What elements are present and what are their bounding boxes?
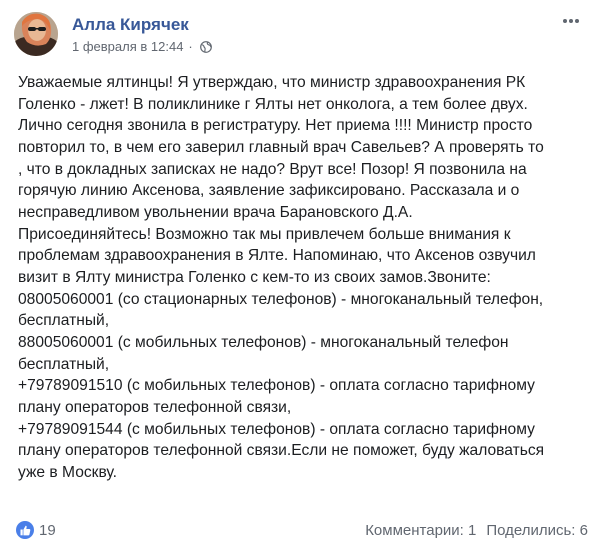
post-text-line: 88005060001 (с мобильных телефонов) - мн…: [18, 333, 509, 351]
post-meta: 1 февраля в 12:44 ·: [72, 39, 212, 54]
post-text-line: плану операторов телефонной связи.Если н…: [18, 442, 545, 460]
post-date[interactable]: 1 февраля в 12:44: [72, 39, 183, 54]
post-text-line: Голенко - лжет! В поликлинике г Ялты нет…: [18, 95, 528, 113]
post-text-line: +79789091510 (с мобильных телефонов) - о…: [18, 377, 535, 395]
more-dots-icon: [563, 19, 579, 23]
more-options-button[interactable]: [560, 12, 582, 30]
post-text-line: повторил то, в чем его заверил главный в…: [18, 138, 544, 156]
author-name[interactable]: Алла Кирячек: [72, 15, 189, 35]
like-reaction-icon[interactable]: [16, 521, 34, 539]
post-text-line: бесплатный,: [18, 312, 110, 330]
like-count[interactable]: 19: [39, 522, 56, 539]
post-text-line: несправедливом увольнении врача Барановс…: [18, 203, 413, 221]
comments-count[interactable]: Комментарии: 1: [365, 522, 476, 539]
shares-count[interactable]: Поделились: 6: [486, 522, 588, 539]
globe-icon[interactable]: [199, 40, 212, 53]
post-text-line: +79789091544 (с мобильных телефонов) - о…: [18, 420, 535, 438]
post-text-line: уже в Москву.: [18, 463, 117, 481]
post-text-line: горячую линию Аксенова, заявление зафикс…: [18, 182, 520, 200]
post-text-line: 08005060001 (со стационарных телефонов) …: [18, 290, 544, 308]
post-text-line: Присоединяйтесь! Возможно так мы привлеч…: [18, 225, 511, 243]
post-stats: Комментарии: 1 Поделились: 6: [365, 522, 588, 539]
post-header: Алла Кирячек 1 февраля в 12:44 ·: [14, 12, 586, 58]
author-avatar[interactable]: [14, 12, 58, 56]
post-text-line: плану операторов телефонной связи,: [18, 398, 292, 416]
post-text-line: бесплатный,: [18, 355, 110, 373]
post-text-line: , что в докладных записках не надо? Врут…: [18, 160, 527, 178]
avatar-photo: [14, 12, 58, 56]
thumbs-up-icon: [20, 525, 30, 535]
post-text-line: визит в Ялту министра Голенко с кем-то и…: [18, 268, 491, 286]
post-footer: 19 Комментарии: 1 Поделились: 6: [14, 519, 588, 545]
meta-separator: ·: [188, 39, 193, 54]
post-text-line: Лично сегодня звонила в регистратуру. Не…: [18, 117, 533, 135]
post-text-line: проблемам здравоохранения в Ялте. Напоми…: [18, 247, 536, 265]
post-text: Уважаемые ялтинцы! Я утверждаю, что мини…: [18, 72, 588, 483]
post-text-line: Уважаемые ялтинцы! Я утверждаю, что мини…: [18, 74, 526, 91]
